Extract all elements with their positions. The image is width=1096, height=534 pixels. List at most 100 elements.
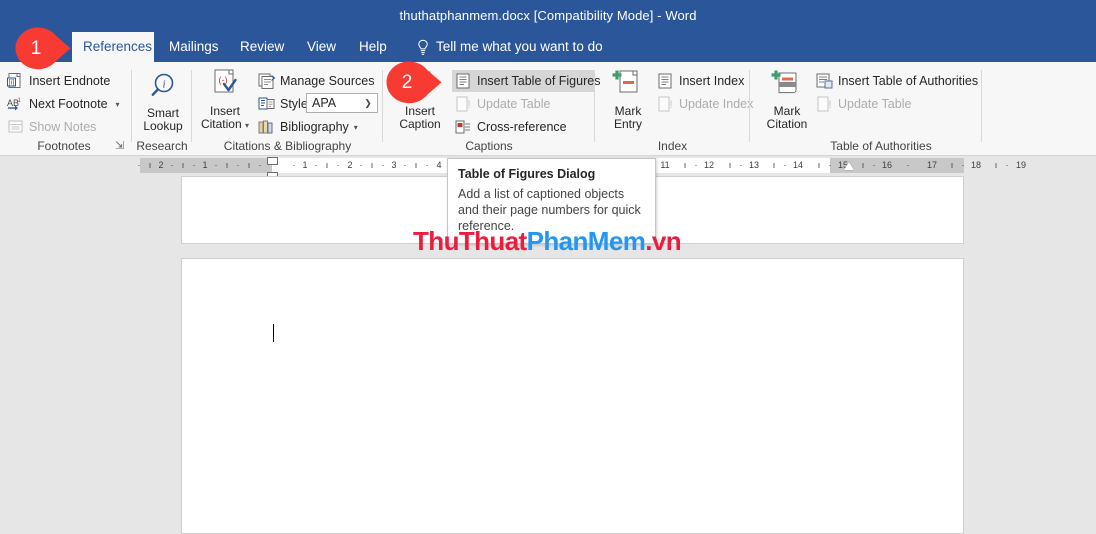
ruler-tick: 3 [391, 160, 397, 170]
command-mark-citation[interactable]: Mark Citation [757, 68, 817, 131]
callout-2: 2 [385, 60, 443, 105]
tab-mailings[interactable]: Mailings [158, 32, 230, 62]
command-show-notes: Show Notes [4, 116, 99, 138]
manage-sources-icon [257, 72, 276, 90]
update-table-icon: ! [454, 95, 473, 113]
first-line-indent-marker[interactable] [267, 157, 278, 165]
ribbon-group-citations-bibliography: (-) Insert Citation ▾ Manage Sources Sty… [193, 62, 384, 155]
ribbon: [i] Insert Endnote AB 1 Next Footnote ▾ [0, 62, 1096, 156]
insert-endnote-icon: [i] [6, 72, 25, 90]
svg-text:!: ! [670, 99, 673, 111]
ribbon-group-index: Mark Entry Insert Index ! Update Index I… [596, 62, 753, 155]
svg-text:[i]: [i] [9, 80, 15, 87]
cross-reference-icon [454, 118, 473, 136]
style-icon [257, 95, 276, 113]
command-cross-reference[interactable]: Cross-reference [452, 116, 570, 138]
command-label-line2: Citation ▾ [200, 117, 250, 131]
update-table-2-icon: ! [815, 95, 834, 113]
command-label-line2: Lookup [143, 119, 183, 133]
tooltip-title: Table of Figures Dialog [458, 167, 596, 181]
command-next-footnote[interactable]: AB 1 Next Footnote ▾ [4, 93, 123, 115]
ruler-tick: 13 [748, 160, 759, 170]
command-bibliography[interactable]: Bibliography ▾ [255, 116, 361, 138]
command-label: Bibliography [280, 120, 349, 134]
group-separator [382, 70, 383, 142]
ruler-tick: 18 [970, 160, 981, 170]
update-index-icon: ! [656, 95, 675, 113]
command-label-line2: Caption [399, 117, 441, 131]
group-label-footnotes: Footnotes [37, 139, 91, 153]
command-label-line2: Citation [766, 117, 808, 131]
command-label-line2: Entry [613, 117, 642, 131]
command-insert-index[interactable]: Insert Index [654, 70, 747, 92]
command-label: Show Notes [29, 120, 97, 134]
tab-review[interactable]: Review [229, 32, 295, 62]
callout-number-2: 2 [401, 72, 413, 93]
citation-style-value: APA [312, 96, 337, 110]
ruler-tick: 2 [347, 160, 353, 170]
command-update-table: ! Update Table [452, 93, 553, 115]
tab-help[interactable]: Help [348, 32, 398, 62]
command-label: Insert Endnote [29, 74, 111, 88]
callout-number-1: 1 [30, 38, 42, 59]
citation-style-combobox[interactable]: APA ❯ [306, 93, 378, 113]
ribbon-group-footnotes: [i] Insert Endnote AB 1 Next Footnote ▾ [0, 62, 133, 155]
footnotes-dialog-launcher[interactable]: ⇲ [115, 139, 124, 152]
title-bar: thuthatphanmem.docx [Compatibility Mode]… [0, 0, 1096, 32]
command-insert-endnote[interactable]: [i] Insert Endnote [4, 70, 113, 92]
command-manage-sources[interactable]: Manage Sources [255, 70, 378, 92]
svg-text:!: ! [829, 99, 832, 111]
ruler-tick: 2 [158, 160, 164, 170]
ribbon-group-research: i Smart Lookup Research [133, 62, 193, 155]
document-page-2[interactable] [181, 258, 964, 534]
tab-references[interactable]: References [72, 32, 154, 62]
insert-table-of-authorities-icon [815, 72, 834, 90]
command-smart-lookup[interactable]: i Smart Lookup [135, 70, 191, 133]
command-insert-table-of-authorities[interactable]: Insert Table of Authorities [813, 70, 981, 92]
group-label-citations-bibliography: Citations & Bibliography [223, 139, 352, 153]
command-label: Update Table [838, 97, 912, 111]
command-mark-entry[interactable]: Mark Entry [600, 68, 656, 131]
group-label-research: Research [136, 139, 188, 153]
ruler-tick: 11 [660, 160, 670, 170]
mark-citation-icon [767, 70, 807, 105]
ruler-tick: 14 [792, 160, 803, 170]
group-label-captions: Captions [465, 139, 513, 153]
tell-me-box[interactable]: Tell me what you want to do [436, 32, 603, 62]
command-label: Update Index [679, 97, 754, 111]
text-cursor [273, 324, 274, 342]
chevron-down-icon[interactable]: ❯ [359, 98, 377, 109]
command-label: Insert Index [679, 74, 745, 88]
bibliography-icon [257, 118, 276, 136]
window-title: thuthatphanmem.docx [Compatibility Mode]… [399, 8, 697, 23]
smart-lookup-icon: i [143, 73, 183, 107]
group-separator [594, 70, 595, 142]
command-label: Update Table [477, 97, 551, 111]
command-label: Insert Table of Figures [477, 74, 601, 88]
command-insert-citation[interactable]: (-) Insert Citation ▾ [197, 68, 253, 132]
group-separator [131, 70, 132, 142]
ruler-tick: 16 [881, 160, 892, 170]
watermark: ThuThuatPhanMem.vn [413, 226, 682, 257]
next-footnote-icon: AB 1 [6, 95, 25, 113]
chevron-down-icon[interactable]: ▾ [354, 123, 358, 132]
ribbon-group-table-of-authorities: Mark Citation Insert Table of Authoritie… [751, 62, 983, 155]
ruler-tick: 19 [1015, 160, 1026, 170]
tab-view[interactable]: View [296, 32, 347, 62]
right-indent-marker[interactable] [844, 162, 854, 170]
command-update-index: ! Update Index [654, 93, 756, 115]
ruler-tick: 17 [926, 160, 937, 170]
command-label: Cross-reference [477, 120, 567, 134]
group-separator [981, 70, 982, 142]
chevron-down-icon[interactable]: ▾ [245, 121, 249, 130]
insert-index-icon [656, 72, 675, 90]
command-insert-table-of-figures[interactable]: Insert Table of Figures [452, 70, 600, 92]
svg-text:!: ! [468, 99, 471, 111]
command-label: Next Footnote [29, 97, 108, 111]
lightbulb-icon [418, 39, 428, 55]
chevron-down-icon[interactable]: ▾ [116, 100, 120, 109]
watermark-part-3: .vn [645, 226, 681, 256]
group-label-index: Index [657, 139, 688, 153]
ruler-tick: 1 [302, 160, 308, 170]
group-separator [191, 70, 192, 142]
